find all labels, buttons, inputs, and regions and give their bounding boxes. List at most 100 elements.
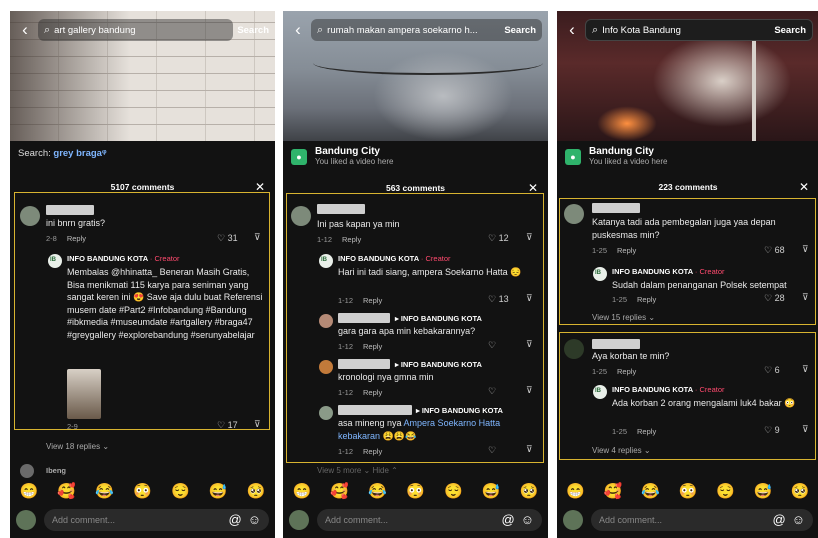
mention-icon[interactable]: @	[773, 512, 786, 527]
dislike-icon[interactable]: ⊽	[254, 232, 261, 243]
author-name[interactable]: INFO BANDUNG KOTA	[338, 254, 419, 263]
emoji-button[interactable]: 😁	[293, 482, 312, 500]
avatar[interactable]	[20, 464, 34, 478]
emoji-button[interactable]: 😅	[753, 482, 772, 500]
reply-button[interactable]: Reply	[67, 234, 86, 243]
related-search[interactable]: Search: grey bragaᵠ	[18, 148, 107, 159]
like-button[interactable]: ♡ 12	[488, 233, 509, 244]
avatar[interactable]	[564, 204, 584, 224]
view-replies-button[interactable]: View 18 replies ⌄	[46, 442, 109, 451]
reply-button[interactable]: Reply	[637, 295, 656, 304]
dislike-icon[interactable]: ⊽	[526, 444, 533, 455]
like-button[interactable]: ♡ 31	[217, 233, 238, 244]
avatar[interactable]	[319, 314, 333, 328]
reply-button[interactable]: Reply	[363, 296, 382, 305]
emoji-button[interactable]: 😳	[679, 482, 698, 500]
reply-button[interactable]: Reply	[637, 427, 656, 436]
location-tag[interactable]: ● Bandung City You liked a video here	[565, 146, 667, 167]
dislike-icon[interactable]: ⊽	[254, 419, 261, 430]
emoji-button[interactable]: 😌	[444, 482, 463, 500]
like-button[interactable]: ♡	[488, 340, 496, 351]
search-button[interactable]: Search	[504, 25, 536, 36]
emoji-button[interactable]: 🥰	[604, 482, 623, 500]
close-icon[interactable]: ✕	[799, 180, 809, 194]
reply-button[interactable]: Reply	[363, 342, 382, 351]
creator-avatar[interactable]	[48, 254, 62, 268]
search-button[interactable]: Search	[237, 25, 269, 36]
like-button[interactable]: ♡	[488, 386, 496, 397]
like-button[interactable]: ♡ 68	[764, 245, 785, 256]
dislike-icon[interactable]: ⊽	[526, 385, 533, 396]
emoji-button[interactable]: 🥰	[57, 482, 76, 500]
search-input[interactable]: ⌕ art gallery bandung	[38, 19, 234, 41]
like-count: 28	[774, 293, 785, 303]
back-icon[interactable]: ‹	[289, 20, 307, 40]
emoji-button[interactable]: 🥺	[247, 482, 266, 500]
dislike-icon[interactable]: ⊽	[802, 292, 809, 303]
emoji-button[interactable]: 😌	[171, 482, 190, 500]
like-button[interactable]: ♡	[488, 445, 496, 456]
back-icon[interactable]: ‹	[16, 20, 34, 40]
emoji-button[interactable]: 😂	[95, 482, 114, 500]
author-name[interactable]: INFO BANDUNG KOTA	[67, 254, 148, 263]
creator-avatar[interactable]	[319, 254, 333, 268]
search-input[interactable]: ⌕ rumah makan ampera soekarno h... Searc…	[311, 19, 542, 41]
emoji-button[interactable]: 😂	[641, 482, 660, 500]
heart-icon: ♡	[764, 245, 773, 255]
view-replies-button[interactable]: View 4 replies ⌄	[592, 446, 651, 455]
emoji-icon[interactable]: ☺	[248, 512, 261, 527]
view-replies-button[interactable]: View 15 replies ⌄	[592, 313, 655, 322]
like-button[interactable]: ♡ 9	[764, 425, 780, 436]
attached-image[interactable]	[67, 369, 101, 419]
emoji-button[interactable]: 😳	[133, 482, 152, 500]
dislike-icon[interactable]: ⊽	[802, 244, 809, 255]
emoji-button[interactable]: 😌	[716, 482, 735, 500]
emoji-button[interactable]: 🥰	[330, 482, 349, 500]
avatar[interactable]	[319, 406, 333, 420]
dislike-icon[interactable]: ⊽	[802, 424, 809, 435]
like-button[interactable]: ♡ 17	[217, 420, 238, 431]
emoji-button[interactable]: 🥺	[791, 482, 810, 500]
reply-button[interactable]: Reply	[363, 388, 382, 397]
reply-button[interactable]: Reply	[342, 235, 361, 244]
search-button[interactable]: Search	[774, 25, 806, 36]
back-icon[interactable]: ‹	[563, 20, 581, 40]
avatar[interactable]	[564, 339, 584, 359]
like-button[interactable]: ♡ 6	[764, 365, 780, 376]
creator-avatar[interactable]	[593, 385, 607, 399]
comment-input[interactable]: Add comment... @ ☺	[591, 508, 813, 531]
mention-icon[interactable]: @	[502, 512, 515, 527]
user-avatar	[563, 509, 583, 530]
dislike-icon[interactable]: ⊽	[526, 339, 533, 350]
emoji-button[interactable]: 😅	[209, 482, 228, 500]
dislike-icon[interactable]: ⊽	[526, 232, 533, 243]
author-name[interactable]: INFO BANDUNG KOTA	[612, 385, 693, 394]
emoji-button[interactable]: 🥺	[520, 482, 539, 500]
avatar[interactable]	[291, 206, 311, 226]
reply-button[interactable]: Reply	[617, 367, 636, 376]
location-tag[interactable]: ● Bandung City You liked a video here	[291, 146, 393, 167]
emoji-button[interactable]: 😁	[20, 482, 39, 500]
emoji-button[interactable]: 😁	[566, 482, 585, 500]
emoji-button[interactable]: 😂	[368, 482, 387, 500]
like-button[interactable]: ♡ 28	[764, 293, 785, 304]
reply-button[interactable]: Reply	[617, 246, 636, 255]
comment-input[interactable]: Add comment... @ ☺	[317, 508, 542, 531]
search-input[interactable]: ⌕ Info Kota Bandung Search	[585, 19, 813, 41]
dislike-icon[interactable]: ⊽	[802, 364, 809, 375]
view-more-button[interactable]: View 5 more ⌄ Hide ⌃	[317, 466, 398, 475]
related-search-term[interactable]: grey braga	[53, 148, 102, 159]
emoji-icon[interactable]: ☺	[792, 512, 805, 527]
creator-avatar[interactable]	[593, 267, 607, 281]
author-name[interactable]: INFO BANDUNG KOTA	[612, 267, 693, 276]
emoji-button[interactable]: 😳	[406, 482, 425, 500]
comment-input[interactable]: Add comment... @ ☺	[44, 508, 269, 531]
emoji-button[interactable]: 😅	[482, 482, 501, 500]
mention-icon[interactable]: @	[229, 512, 242, 527]
avatar[interactable]	[319, 360, 333, 374]
dislike-icon[interactable]: ⊽	[526, 293, 533, 304]
emoji-icon[interactable]: ☺	[521, 512, 534, 527]
like-button[interactable]: ♡ 13	[488, 294, 509, 305]
reply-button[interactable]: Reply	[363, 447, 382, 456]
avatar[interactable]	[20, 206, 40, 226]
